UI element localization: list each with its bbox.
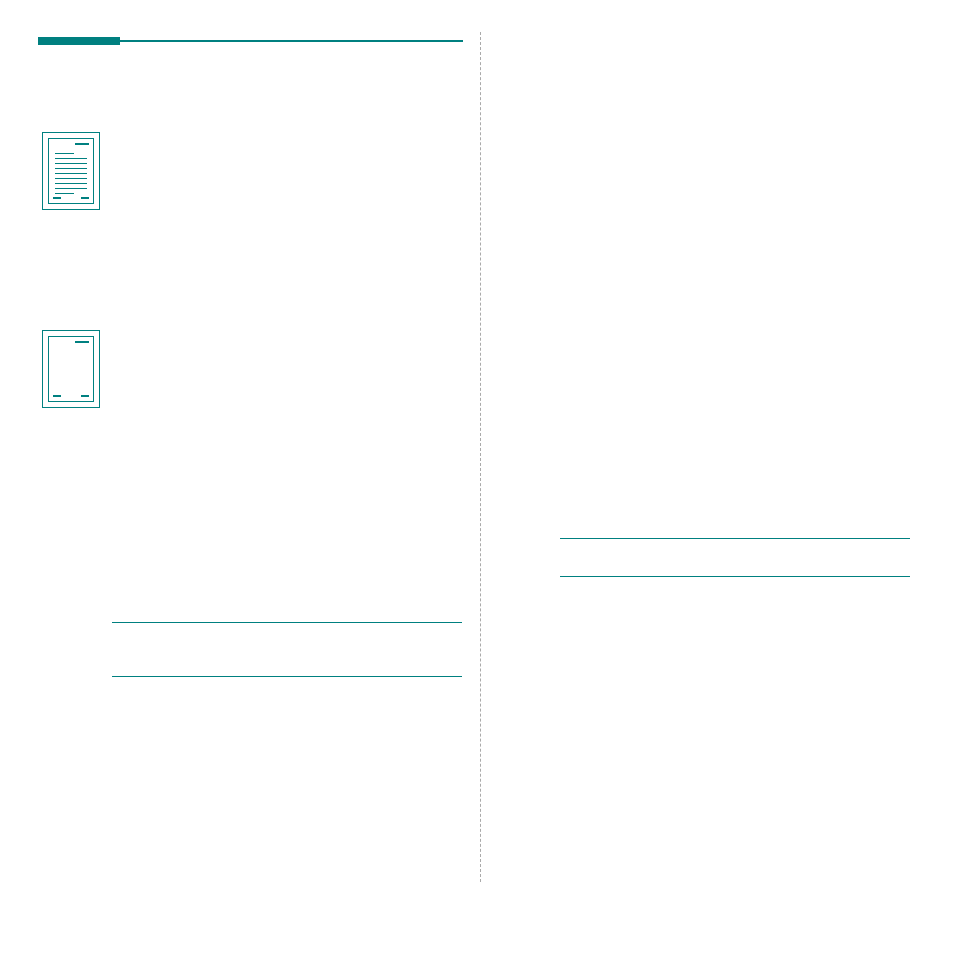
blank-document-icon xyxy=(42,330,100,408)
horizontal-rule xyxy=(560,538,910,539)
horizontal-rule xyxy=(112,622,462,623)
progress-fill xyxy=(38,37,120,45)
document-page xyxy=(0,0,954,954)
document-with-text-icon xyxy=(42,132,100,210)
horizontal-rule xyxy=(560,576,910,577)
column-divider xyxy=(480,32,481,882)
horizontal-rule xyxy=(112,676,462,677)
